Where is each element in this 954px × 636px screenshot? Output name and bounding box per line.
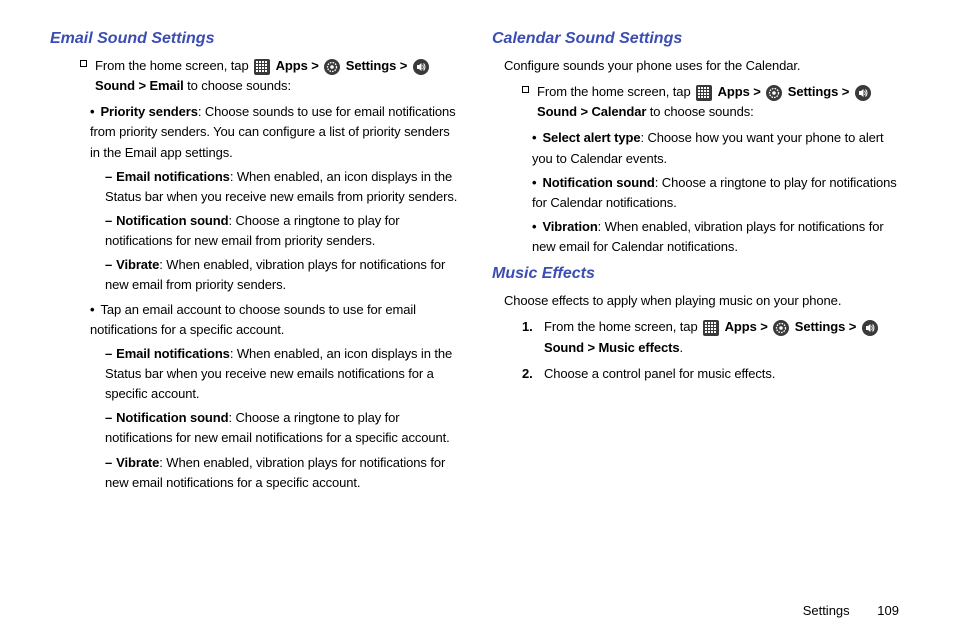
music-intro: Choose effects to apply when playing mus… bbox=[492, 291, 904, 311]
sound-speaker-icon bbox=[855, 85, 871, 101]
right-column: Calendar Sound Settings Configure sounds… bbox=[492, 30, 904, 497]
priority-senders-item: Priority senders: Choose sounds to use f… bbox=[50, 102, 462, 162]
notification-sound-item-2: Notification sound: Choose a ringtone to… bbox=[50, 408, 462, 448]
footer-section: Settings bbox=[803, 603, 850, 618]
text: . bbox=[680, 340, 684, 355]
text: Sound > Music effects bbox=[544, 340, 680, 355]
text: Settings > bbox=[788, 84, 850, 99]
text: to choose sounds: bbox=[650, 104, 754, 119]
text: Settings > bbox=[795, 319, 857, 334]
vibrate-item-2: Vibrate: When enabled, vibration plays f… bbox=[50, 453, 462, 493]
email-sound-heading: Email Sound Settings bbox=[50, 30, 462, 48]
apps-grid-icon bbox=[696, 85, 712, 101]
cal-vibration-item: Vibration: When enabled, vibration plays… bbox=[492, 217, 904, 257]
text: Apps > bbox=[276, 58, 319, 73]
text: From the home screen, tap bbox=[537, 84, 694, 99]
tap-account-item: Tap an email account to choose sounds to… bbox=[50, 300, 462, 340]
text: Sound > Calendar bbox=[537, 104, 646, 119]
cal-notification-sound-item: Notification sound: Choose a ringtone to… bbox=[492, 173, 904, 213]
square-bullet-icon bbox=[80, 60, 87, 67]
music-step-2: 2. Choose a control panel for music effe… bbox=[492, 364, 904, 384]
footer-page-number: 109 bbox=[877, 603, 899, 618]
left-column: Email Sound Settings From the home scree… bbox=[50, 30, 462, 497]
text: Settings > bbox=[346, 58, 408, 73]
email-notifications-item: Email notifications: When enabled, an ic… bbox=[50, 167, 462, 207]
text: From the home screen, tap bbox=[544, 319, 701, 334]
apps-grid-icon bbox=[703, 320, 719, 336]
email-notifications-item-2: Email notifications: When enabled, an ic… bbox=[50, 344, 462, 404]
calendar-sound-heading: Calendar Sound Settings bbox=[492, 30, 904, 48]
settings-gear-icon bbox=[773, 320, 789, 336]
step-number: 1. bbox=[522, 317, 544, 357]
text: Sound > Email bbox=[95, 78, 184, 93]
text: Apps > bbox=[725, 319, 768, 334]
sound-speaker-icon bbox=[862, 320, 878, 336]
settings-gear-icon bbox=[766, 85, 782, 101]
settings-gear-icon bbox=[324, 59, 340, 75]
text: From the home screen, tap bbox=[95, 58, 252, 73]
music-step-1: 1. From the home screen, tap Apps > Sett… bbox=[492, 317, 904, 357]
square-bullet-icon bbox=[522, 86, 529, 93]
notification-sound-item: Notification sound: Choose a ringtone to… bbox=[50, 211, 462, 251]
text: Apps > bbox=[718, 84, 761, 99]
calendar-lead: From the home screen, tap Apps > Setting… bbox=[492, 82, 904, 122]
calendar-intro: Configure sounds your phone uses for the… bbox=[492, 56, 904, 76]
music-effects-heading: Music Effects bbox=[492, 265, 904, 283]
text: to choose sounds: bbox=[187, 78, 291, 93]
vibrate-item: Vibrate: When enabled, vibration plays f… bbox=[50, 255, 462, 295]
step-number: 2. bbox=[522, 364, 544, 384]
page-footer: Settings 109 bbox=[803, 603, 899, 618]
apps-grid-icon bbox=[254, 59, 270, 75]
select-alert-type-item: Select alert type: Choose how you want y… bbox=[492, 128, 904, 168]
email-lead: From the home screen, tap Apps > Setting… bbox=[50, 56, 462, 96]
sound-speaker-icon bbox=[413, 59, 429, 75]
text: Choose a control panel for music effects… bbox=[544, 366, 775, 381]
